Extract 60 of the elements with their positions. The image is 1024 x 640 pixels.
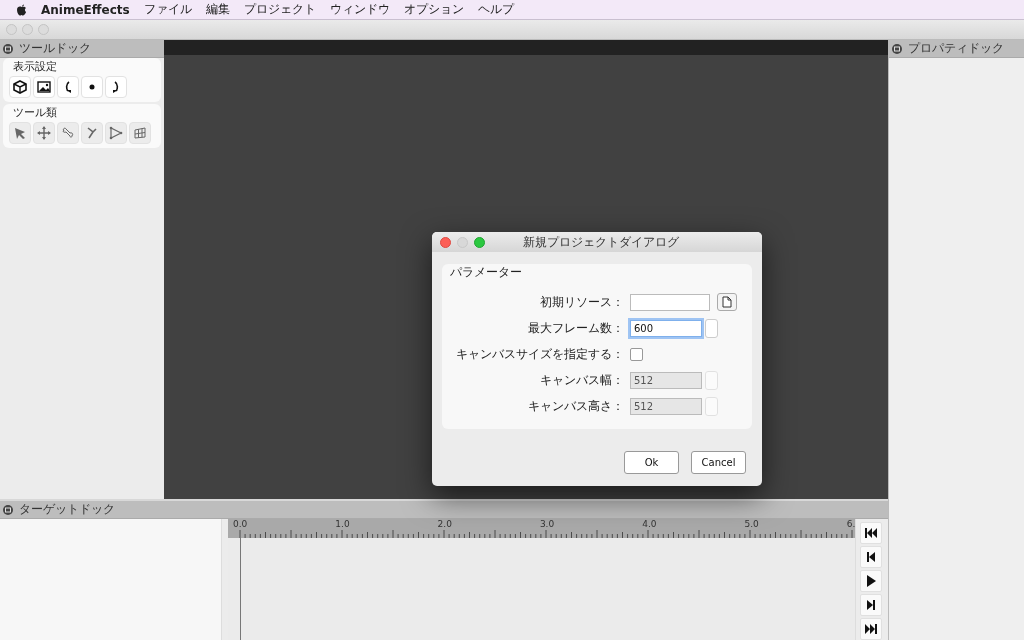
- field-label: キャンバス高さ：: [527, 397, 625, 415]
- dialog-title: 新規プロジェクトダイアログ: [523, 233, 679, 251]
- menu-item[interactable]: プロジェクト: [243, 1, 316, 18]
- field-label: キャンバス幅：: [539, 371, 625, 389]
- browse-file-button[interactable]: [717, 293, 737, 311]
- checkbox[interactable]: [630, 347, 643, 361]
- tool-button[interactable]: [33, 76, 55, 98]
- field-label: キャンバスサイズを指定する：: [455, 345, 625, 363]
- ruler-label: 5.0: [744, 519, 759, 529]
- section-title: ツール類: [13, 105, 58, 120]
- grid-icon: [133, 126, 147, 140]
- ruler-label: 4.0: [642, 519, 657, 529]
- dock-title: ターゲットドック: [19, 501, 115, 518]
- number-field[interactable]: 600: [630, 319, 702, 337]
- ruler-label: 1.0: [335, 519, 350, 529]
- file-path-field[interactable]: [630, 293, 710, 311]
- field-label: 最大フレーム数：: [527, 319, 625, 337]
- ruler-label: 0.0: [233, 519, 248, 529]
- group-title: パラメーター: [450, 264, 523, 281]
- bone-icon: [61, 126, 75, 140]
- float-icon[interactable]: [3, 43, 13, 54]
- ruler-ticks-icon: [238, 530, 856, 538]
- menu-item[interactable]: ウィンドウ: [329, 1, 390, 18]
- cube-icon: [13, 80, 27, 94]
- float-icon[interactable]: [3, 504, 13, 515]
- float-icon[interactable]: [892, 43, 903, 54]
- playback-button[interactable]: [860, 618, 883, 640]
- time-ruler[interactable]: 0.0 1.0 2.0 3.0 4.0 5.0 6.: [228, 519, 856, 538]
- image-icon: [37, 80, 51, 94]
- tool-button[interactable]: [81, 76, 103, 98]
- tool-button[interactable]: [105, 76, 127, 98]
- close-icon[interactable]: [440, 236, 451, 248]
- branch-icon: [85, 126, 99, 140]
- apple-logo-icon[interactable]: [16, 3, 27, 16]
- section-title: 表示設定: [13, 59, 58, 74]
- document-icon: [722, 296, 732, 308]
- dock-title: プロパティドック: [908, 40, 1005, 57]
- pointer-icon: [13, 126, 27, 140]
- app-menu[interactable]: AnimeEffects: [41, 2, 130, 17]
- tool-button[interactable]: [9, 76, 31, 98]
- field-label: 初期リソース：: [539, 293, 625, 311]
- ruler-label: 6.: [846, 519, 856, 529]
- tool-button[interactable]: [57, 76, 79, 98]
- playback-button[interactable]: [860, 570, 883, 592]
- dock-title: ツールドック: [19, 40, 91, 57]
- ruler-label: 2.0: [437, 519, 452, 529]
- menu-item[interactable]: ファイル: [143, 1, 192, 18]
- move-icon: [37, 126, 51, 140]
- playback-button[interactable]: [860, 546, 883, 568]
- menu-item[interactable]: ヘルプ: [477, 1, 514, 18]
- skip-to-start-icon: [864, 526, 879, 540]
- triangle-mesh-icon: [109, 126, 123, 140]
- playback-button[interactable]: [860, 522, 883, 544]
- dialog-button[interactable]: Ok: [624, 451, 679, 474]
- menu-item[interactable]: オプション: [403, 1, 464, 18]
- ruler-label: 3.0: [539, 519, 555, 529]
- dialog-button[interactable]: Cancel: [691, 451, 746, 474]
- playback-button[interactable]: [860, 594, 883, 616]
- menu-item[interactable]: 編集: [205, 1, 230, 18]
- skip-to-end-icon: [864, 622, 879, 636]
